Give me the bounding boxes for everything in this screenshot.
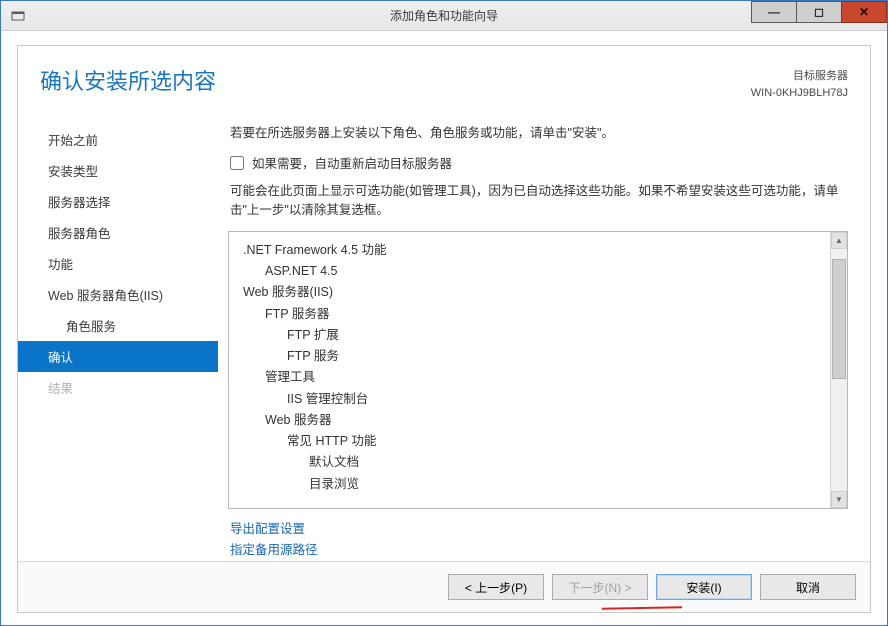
- wizard-panel: 确认安装所选内容 目标服务器 WIN-0KHJ9BLH78J 开始之前 安装类型…: [17, 45, 871, 613]
- step-results: 结果: [18, 372, 218, 403]
- tree-item: Web 服务器: [243, 410, 826, 431]
- step-type[interactable]: 安装类型: [18, 155, 218, 186]
- tree-item: ASP.NET 4.5: [243, 261, 826, 282]
- tree-item: IIS 管理控制台: [243, 389, 826, 410]
- tree-item: .NET Framework 4.5 功能: [243, 240, 826, 261]
- tree-item: FTP 服务: [243, 346, 826, 367]
- page-title: 确认安装所选内容: [40, 64, 751, 96]
- tree-scrollbar[interactable]: ▲ ▼: [830, 232, 847, 508]
- step-web-server-role[interactable]: Web 服务器角色(IIS): [18, 279, 218, 310]
- note-text: 可能会在此页面上显示可选功能(如管理工具)，因为已自动选择这些功能。如果不希望安…: [228, 182, 848, 231]
- intro-text: 若要在所选服务器上安装以下角色、角色服务或功能，请单击"安装"。: [228, 118, 848, 153]
- button-footer: < 上一步(P) 下一步(N) > 安装(I) 取消: [18, 561, 870, 612]
- install-button[interactable]: 安装(I): [656, 574, 752, 600]
- tree-item: 管理工具: [243, 367, 826, 388]
- window-controls: — ◻ ✕: [752, 1, 887, 23]
- cancel-button[interactable]: 取消: [760, 574, 856, 600]
- app-icon: [9, 7, 27, 25]
- tree-content: .NET Framework 4.5 功能ASP.NET 4.5Web 服务器(…: [229, 232, 830, 508]
- links-area: 导出配置设置 指定备用源路径: [228, 509, 848, 562]
- step-confirm[interactable]: 确认: [18, 341, 218, 372]
- auto-restart-label: 如果需要，自动重新启动目标服务器: [252, 153, 452, 172]
- scroll-track[interactable]: [831, 249, 847, 491]
- outer-pad: 确认安装所选内容 目标服务器 WIN-0KHJ9BLH78J 开始之前 安装类型…: [1, 31, 887, 625]
- scroll-thumb[interactable]: [832, 259, 846, 379]
- target-server-block: 目标服务器 WIN-0KHJ9BLH78J: [751, 64, 848, 101]
- close-button[interactable]: ✕: [841, 1, 887, 23]
- step-server-roles[interactable]: 服务器角色: [18, 217, 218, 248]
- auto-restart-row[interactable]: 如果需要，自动重新启动目标服务器: [228, 153, 848, 182]
- next-button: 下一步(N) >: [552, 574, 648, 600]
- step-sidebar: 开始之前 安装类型 服务器选择 服务器角色 功能 Web 服务器角色(IIS) …: [18, 118, 218, 561]
- step-server-select[interactable]: 服务器选择: [18, 186, 218, 217]
- export-config-link[interactable]: 导出配置设置: [230, 519, 846, 540]
- scroll-up-button[interactable]: ▲: [831, 232, 847, 249]
- step-features[interactable]: 功能: [18, 248, 218, 279]
- selections-tree: .NET Framework 4.5 功能ASP.NET 4.5Web 服务器(…: [228, 231, 848, 509]
- wizard-header: 确认安装所选内容 目标服务器 WIN-0KHJ9BLH78J: [18, 46, 870, 108]
- scroll-down-button[interactable]: ▼: [831, 491, 847, 508]
- step-before[interactable]: 开始之前: [18, 124, 218, 155]
- target-label: 目标服务器: [751, 68, 848, 85]
- step-role-services[interactable]: 角色服务: [18, 310, 218, 341]
- maximize-button[interactable]: ◻: [796, 1, 842, 23]
- alt-source-link[interactable]: 指定备用源路径: [230, 540, 846, 561]
- tree-item: Web 服务器(IIS): [243, 282, 826, 303]
- titlebar: 添加角色和功能向导 — ◻ ✕: [1, 1, 887, 31]
- tree-item: FTP 服务器: [243, 304, 826, 325]
- content-pane: 若要在所选服务器上安装以下角色、角色服务或功能，请单击"安装"。 如果需要，自动…: [218, 118, 870, 561]
- target-value: WIN-0KHJ9BLH78J: [751, 85, 848, 102]
- auto-restart-checkbox[interactable]: [230, 156, 244, 170]
- tree-item: 默认文档: [243, 452, 826, 473]
- wizard-window: 添加角色和功能向导 — ◻ ✕ 确认安装所选内容 目标服务器 WIN-0KHJ9…: [0, 0, 888, 626]
- prev-button[interactable]: < 上一步(P): [448, 574, 544, 600]
- tree-item: 常见 HTTP 功能: [243, 431, 826, 452]
- tree-item: 目录浏览: [243, 474, 826, 495]
- annotation-underline: [602, 602, 682, 609]
- wizard-body: 开始之前 安装类型 服务器选择 服务器角色 功能 Web 服务器角色(IIS) …: [18, 108, 870, 561]
- minimize-button[interactable]: —: [751, 1, 797, 23]
- tree-item: FTP 扩展: [243, 325, 826, 346]
